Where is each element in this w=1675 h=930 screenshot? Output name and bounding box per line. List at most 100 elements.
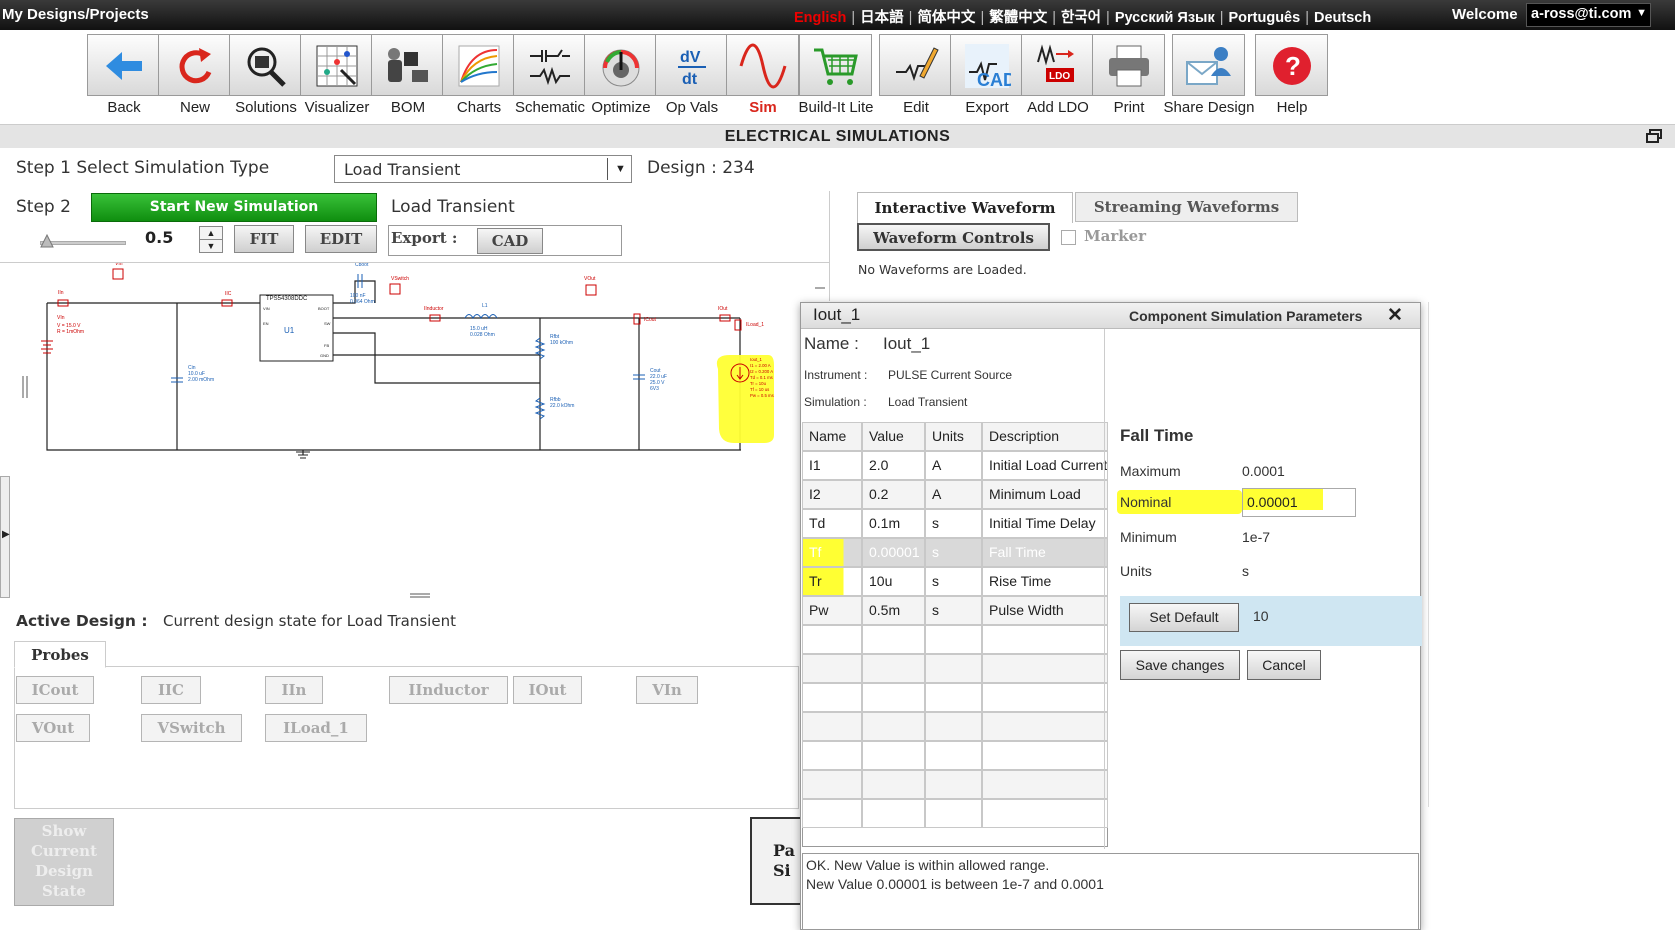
probe-button-vout[interactable]: VOut — [16, 714, 90, 742]
toolbar-button-new[interactable] — [158, 34, 231, 96]
active-design-value: Current design state for Load Transient — [163, 612, 456, 630]
toolbar-button-back[interactable] — [87, 34, 160, 96]
probe-button-iout[interactable]: IOut — [513, 676, 582, 704]
probe-button-vswitch[interactable]: VSwitch — [141, 714, 242, 742]
table-cell[interactable]: 0.2 — [862, 480, 925, 509]
probe-button-iic[interactable]: IIC — [141, 676, 201, 704]
close-icon[interactable]: ✕ — [1387, 304, 1403, 327]
table-cell[interactable]: Td — [802, 509, 862, 538]
table-cell[interactable]: 0.00001 — [862, 538, 925, 567]
table-cell[interactable]: s — [925, 596, 982, 625]
toolbar-button-build-it-lite[interactable] — [799, 34, 872, 96]
chevron-down-icon[interactable]: ▼ — [200, 239, 222, 252]
table-header-cell[interactable]: Description — [982, 422, 1108, 451]
dialog-header[interactable]: Iout_1 Component Simulation Parameters ✕ — [801, 303, 1420, 329]
tab-streaming-waveforms[interactable]: Streaming Waveforms — [1075, 192, 1298, 222]
probe-button-iload-1[interactable]: ILoad_1 — [265, 714, 367, 742]
splitter-grip-vertical[interactable] — [22, 376, 28, 398]
table-cell[interactable]: Initial Load Current — [982, 451, 1108, 480]
table-cell[interactable]: Pulse Width — [982, 596, 1108, 625]
user-dropdown[interactable]: a-ross@ti.com ▼ — [1526, 3, 1651, 27]
chevron-down-icon: ▼ — [615, 163, 626, 175]
toolbar-button-help[interactable]: ? — [1255, 34, 1328, 96]
restore-window-icon[interactable] — [1646, 129, 1662, 143]
zoom-stepper[interactable]: ▲ ▼ — [199, 226, 223, 253]
toolbar-button-export[interactable]: CAD — [950, 34, 1023, 96]
edit-button[interactable]: EDIT — [305, 225, 377, 253]
toolbar-button-edit[interactable] — [879, 34, 952, 96]
probe-button-iin[interactable]: IIn — [265, 676, 323, 704]
table-cell[interactable]: A — [925, 451, 982, 480]
components-icon — [388, 48, 428, 82]
table-cell[interactable]: Tr — [802, 567, 862, 596]
language-link[interactable]: Português — [1228, 10, 1300, 26]
language-link[interactable]: 繁體中文 — [989, 6, 1047, 27]
nominal-input[interactable]: 0.00001 — [1247, 494, 1298, 510]
simulation-label: Simulation : — [804, 395, 867, 409]
toolbar-button-print[interactable] — [1092, 34, 1165, 96]
toolbar-button-op-vals[interactable]: dV dt — [655, 34, 728, 96]
breadcrumb-link[interactable]: My Designs/Projects — [2, 6, 149, 23]
language-link[interactable]: Deutsch — [1314, 10, 1371, 26]
toolbar-button-visualizer[interactable] — [300, 34, 373, 96]
waveform-controls-button[interactable]: Waveform Controls — [857, 223, 1050, 251]
toolbar-button-sim[interactable] — [726, 34, 799, 96]
cancel-button[interactable]: Cancel — [1247, 650, 1321, 680]
table-cell[interactable]: s — [925, 538, 982, 567]
table-cell[interactable]: Rise Time — [982, 567, 1108, 596]
table-cell[interactable]: 0.1m — [862, 509, 925, 538]
svg-text:R = 1mOhm: R = 1mOhm — [57, 329, 84, 335]
table-cell[interactable]: Pw — [802, 596, 862, 625]
toolbar-button-add-ldo[interactable]: LDO — [1021, 34, 1094, 96]
probe-button-icout[interactable]: ICout — [16, 676, 94, 704]
toolbar-button-optimize[interactable] — [584, 34, 657, 96]
save-changes-button[interactable]: Save changes — [1120, 650, 1240, 680]
table-header-cell[interactable]: Name — [802, 422, 862, 451]
table-header-cell[interactable]: Value — [862, 422, 925, 451]
show-current-design-state-button[interactable]: Show Current Design State — [14, 818, 114, 906]
language-link[interactable]: 日本語 — [860, 6, 904, 27]
schematic-canvas[interactable]: TPS54308DDC U1 VIN BOOT EN SW FB GND IIn VIn… — [0, 261, 830, 472]
table-cell[interactable]: s — [925, 509, 982, 538]
language-link[interactable]: 한국어 — [1061, 6, 1101, 27]
table-cell[interactable]: s — [925, 567, 982, 596]
marker-checkbox[interactable] — [1061, 230, 1076, 245]
zoom-slider-handle[interactable] — [40, 233, 54, 253]
toolbar-button-share-design[interactable] — [1172, 34, 1245, 96]
fit-button[interactable]: FIT — [234, 225, 294, 253]
nominal-input-box[interactable]: 0.00001 — [1242, 488, 1356, 517]
probe-button-vin[interactable]: VIn — [636, 676, 698, 704]
probe-button-iinductor[interactable]: IInductor — [389, 676, 508, 704]
toolbar-button-solutions[interactable] — [229, 34, 302, 96]
tab-interactive-waveform[interactable]: Interactive Waveform — [857, 192, 1073, 223]
table-cell[interactable]: Initial Time Delay — [982, 509, 1108, 538]
probes-tab[interactable]: Probes — [14, 641, 106, 668]
table-cell[interactable]: A — [925, 480, 982, 509]
language-link[interactable]: Русский Язык — [1115, 10, 1215, 26]
table-header-cell[interactable]: Units — [925, 422, 982, 451]
toolbar-button-bom[interactable] — [371, 34, 444, 96]
table-cell[interactable]: 2.0 — [862, 451, 925, 480]
table-cell[interactable]: Minimum Load — [982, 480, 1108, 509]
start-new-simulation-button[interactable]: Start New Simulation — [91, 193, 377, 222]
set-default-button[interactable]: Set Default — [1129, 603, 1239, 632]
svg-text:L1: L1 — [482, 303, 488, 309]
side-panel-toggle[interactable]: ▶ — [0, 476, 10, 598]
partial-simulate-button[interactable]: Pa Si — [750, 817, 802, 905]
cad-export-button[interactable]: CAD — [477, 228, 543, 254]
splitter-grip-horizontal[interactable] — [410, 593, 430, 598]
toolbar-button-schematic[interactable] — [513, 34, 586, 96]
table-cell[interactable]: 0.5m — [862, 596, 925, 625]
chevron-up-icon[interactable]: ▲ — [200, 227, 222, 239]
language-link[interactable]: 简体中文 — [917, 6, 975, 27]
svg-text:Tf = 10 us: Tf = 10 us — [750, 387, 769, 392]
table-cell[interactable]: 10u — [862, 567, 925, 596]
simulation-type-select[interactable]: Load Transient ▼ — [334, 155, 632, 183]
table-cell[interactable]: I2 — [802, 480, 862, 509]
toolbar-button-charts[interactable] — [442, 34, 515, 96]
table-cell[interactable]: I1 — [802, 451, 862, 480]
table-cell[interactable]: Fall Time — [982, 538, 1108, 567]
table-cell[interactable]: Tf — [802, 538, 862, 567]
language-list: English | 日本語 | 简体中文 | 繁體中文 | 한국어 | Русский Язык | P… — [794, 6, 1371, 27]
language-link[interactable]: English — [794, 10, 846, 26]
